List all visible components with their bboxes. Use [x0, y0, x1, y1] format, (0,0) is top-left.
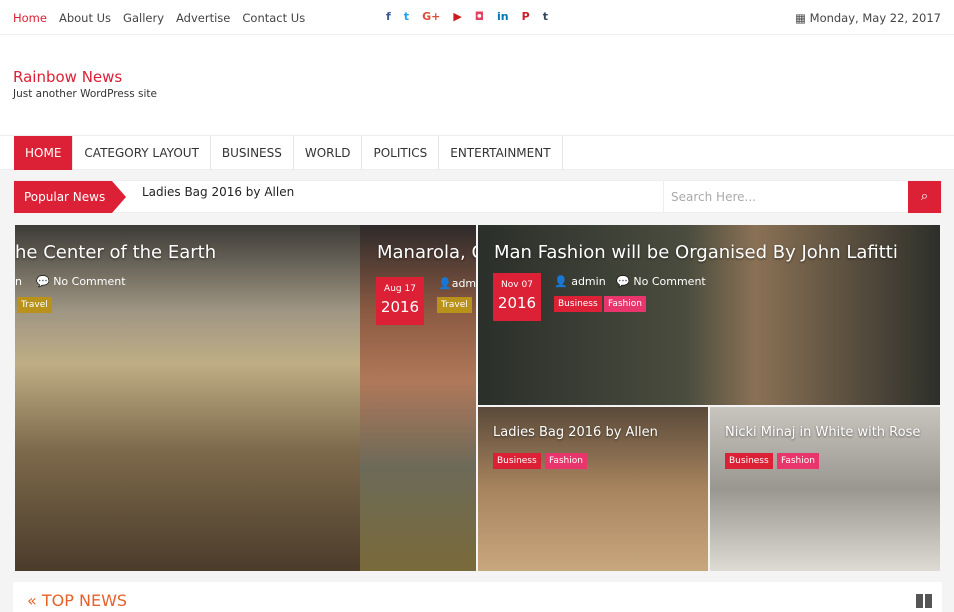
post-date: Aug 17 2016	[376, 277, 424, 325]
nav-category-layout[interactable]: CATEGORY LAYOUT	[73, 136, 211, 170]
top-menu-contact[interactable]: Contact Us	[242, 11, 305, 25]
search-input[interactable]: Search Here...	[663, 181, 910, 213]
featured-post[interactable]: Ladies Bag 2016 by Allen Business Fashio…	[478, 407, 708, 571]
linkedin-icon[interactable]: in	[497, 10, 509, 23]
instagram-icon[interactable]: ◘	[475, 10, 484, 23]
top-news-icon: «	[27, 591, 37, 610]
section-title: TOP NEWS	[41, 591, 128, 610]
main-nav: HOME CATEGORY LAYOUT BUSINESS WORLD POLI…	[0, 135, 954, 170]
site-title[interactable]: Rainbow News	[13, 68, 122, 86]
tag-travel[interactable]: Travel	[437, 297, 472, 313]
calendar-icon: ▦	[795, 11, 806, 25]
facebook-icon[interactable]: f	[386, 10, 391, 23]
tag-business[interactable]: Business	[725, 453, 773, 469]
top-menu: Home About Us Gallery Advertise Contact …	[13, 11, 305, 25]
user-icon: 👤	[554, 275, 568, 288]
post-title[interactable]: Ladies Bag 2016 by Allen	[493, 425, 658, 440]
top-menu-gallery[interactable]: Gallery	[123, 11, 164, 25]
author[interactable]: n	[15, 275, 22, 288]
comment-icon: 💬	[35, 275, 50, 288]
top-menu-advertise[interactable]: Advertise	[176, 11, 230, 25]
date-text: Monday, May 22, 2017	[809, 11, 941, 25]
search-icon: ⌕	[920, 189, 929, 204]
comment-icon: 💬	[616, 275, 630, 288]
top-bar: Home About Us Gallery Advertise Contact …	[0, 0, 954, 35]
google-plus-icon[interactable]: G+	[422, 10, 440, 23]
top-menu-about[interactable]: About Us	[59, 11, 111, 25]
tag-fashion[interactable]: Fashion	[545, 453, 587, 469]
post-date: Nov 07 2016	[493, 273, 541, 321]
nav-home[interactable]: HOME	[14, 136, 74, 170]
site-header: Rainbow News Just another WordPress site	[0, 35, 954, 135]
post-title[interactable]: Manarola, C	[377, 242, 476, 263]
pinterest-icon[interactable]: P	[522, 10, 530, 23]
nav-business[interactable]: BUSINESS	[211, 136, 294, 170]
author[interactable]: admi	[452, 277, 476, 290]
tumblr-icon[interactable]: t	[543, 10, 548, 23]
top-news-section: « TOP NEWS	[13, 582, 942, 612]
author[interactable]: admin	[571, 275, 605, 288]
nav-entertainment[interactable]: ENTERTAINMENT	[439, 136, 563, 170]
nav-world[interactable]: WORLD	[294, 136, 363, 170]
tag-business[interactable]: Business	[493, 453, 541, 469]
tag-travel[interactable]: Travel	[17, 297, 52, 313]
current-date: ▦ Monday, May 22, 2017	[795, 11, 941, 25]
featured-post[interactable]: he Center of the Earth n 💬 No Comment Tr…	[15, 225, 360, 571]
comments[interactable]: No Comment	[53, 275, 125, 288]
social-links: f t G+ ▶ ◘ in Pt	[386, 10, 548, 23]
site-tagline: Just another WordPress site	[13, 88, 158, 100]
grid-view-icon[interactable]	[916, 594, 932, 608]
twitter-icon[interactable]: t	[404, 10, 409, 23]
nav-politics[interactable]: POLITICS	[362, 136, 440, 170]
tag-fashion[interactable]: Fashion	[604, 296, 646, 312]
featured-post[interactable]: Nicki Minaj in White with Rose Business …	[710, 407, 940, 571]
popular-news-label: Popular News	[14, 181, 126, 213]
youtube-icon[interactable]: ▶	[453, 10, 461, 23]
user-icon: 👤	[438, 277, 452, 290]
featured-post[interactable]: Man Fashion will be Organised By John La…	[478, 225, 940, 405]
post-title[interactable]: Nicki Minaj in White with Rose	[725, 425, 920, 440]
ticker-headline[interactable]: Ladies Bag 2016 by Allen	[142, 185, 294, 199]
news-ticker: Popular News Ladies Bag 2016 by Allen Se…	[13, 180, 942, 213]
comments[interactable]: No Comment	[633, 275, 705, 288]
post-title[interactable]: Man Fashion will be Organised By John La…	[494, 242, 898, 263]
tag-business[interactable]: Business	[554, 296, 602, 312]
post-title[interactable]: he Center of the Earth	[15, 242, 216, 263]
featured-post[interactable]: Manarola, C Aug 172016 👤admi Travel	[360, 225, 476, 571]
tag-fashion[interactable]: Fashion	[777, 453, 819, 469]
top-menu-home[interactable]: Home	[13, 11, 47, 25]
search-button[interactable]: ⌕	[908, 181, 941, 213]
